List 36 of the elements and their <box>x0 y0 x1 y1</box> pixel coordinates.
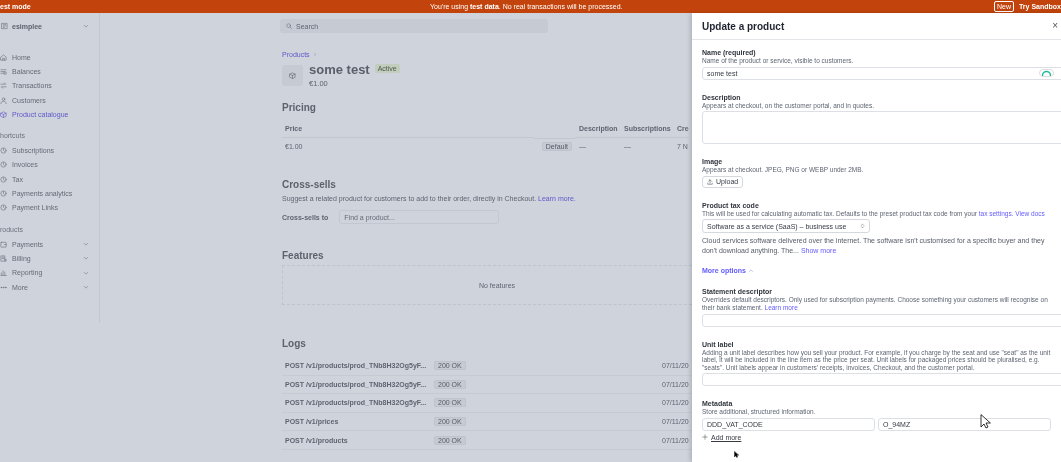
home-icon <box>0 53 7 61</box>
box-icon <box>0 110 7 118</box>
arrows-icon <box>0 82 7 90</box>
balances-icon <box>0 67 7 75</box>
clock-icon <box>0 190 7 197</box>
chevron-down-icon <box>83 23 89 29</box>
text-input[interactable] <box>702 313 1061 327</box>
person-icon <box>0 96 7 104</box>
clock-icon <box>0 175 7 183</box>
description-textarea[interactable] <box>702 111 1061 145</box>
sort-arrows-icon <box>860 223 865 230</box>
mouse-pointer-icon <box>734 451 739 458</box>
search-icon <box>286 23 292 29</box>
text-input[interactable] <box>702 373 1061 387</box>
chevron-right-icon <box>312 52 317 57</box>
plus-icon <box>702 434 708 441</box>
building-icon <box>1 22 8 30</box>
mouse-pointer-icon <box>980 414 991 429</box>
clock-icon <box>0 161 7 169</box>
upload-icon <box>707 178 713 185</box>
close-button[interactable]: × <box>1051 21 1059 31</box>
clock-icon <box>0 147 7 155</box>
chevron-up-icon <box>747 268 754 274</box>
document-icon <box>0 254 7 262</box>
section-heading: Pricing <box>282 102 317 113</box>
section-heading: Features <box>282 250 325 261</box>
bar-chart-icon <box>0 269 7 277</box>
panel-title: Update a product <box>702 20 785 32</box>
wallet-icon <box>0 240 7 248</box>
box-icon <box>289 71 296 79</box>
password-manager-icon <box>1042 70 1051 77</box>
section-heading: Cross-sells <box>282 179 337 190</box>
section-heading: Logs <box>282 338 307 349</box>
clock-icon <box>0 204 7 212</box>
dots-icon <box>0 283 7 291</box>
product-name: some test <box>309 62 370 77</box>
